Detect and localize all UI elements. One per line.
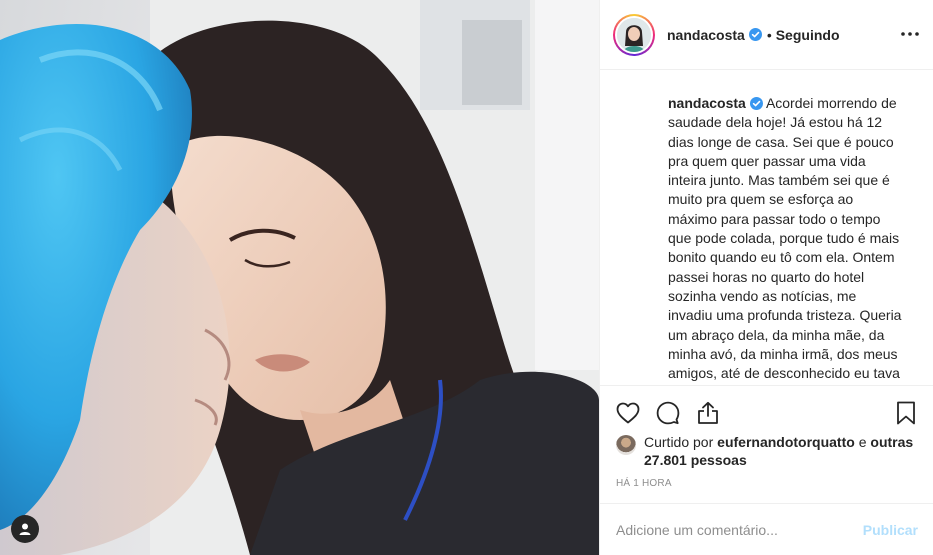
- profile-photo-icon: [617, 17, 651, 52]
- photo-image: [0, 0, 599, 555]
- verified-badge-icon: [749, 96, 763, 110]
- post-header: nandacosta • Seguindo: [600, 0, 933, 70]
- author-username[interactable]: nandacosta: [667, 27, 745, 43]
- post-actions: Curtido por eufernandotorquatto e outras…: [600, 385, 933, 503]
- instagram-post: nandacosta • Seguindo nandacosta Acordei…: [0, 0, 933, 555]
- post-side-panel: nandacosta • Seguindo nandacosta Acordei…: [599, 0, 933, 555]
- following-button[interactable]: Seguindo: [776, 27, 840, 43]
- bookmark-icon[interactable]: [892, 399, 920, 427]
- publish-button[interactable]: Publicar: [863, 522, 918, 538]
- likes-connector: e: [858, 434, 867, 450]
- likes-prefix: Curtido por: [644, 434, 714, 450]
- likes-summary: Curtido por eufernandotorquatto e outras…: [616, 433, 916, 469]
- liked-by-username[interactable]: eufernandotorquatto: [717, 434, 855, 450]
- comment-form: Publicar: [600, 503, 933, 555]
- comment-icon[interactable]: [654, 399, 682, 427]
- post-photo[interactable]: [0, 0, 599, 555]
- action-bar: [614, 399, 920, 427]
- caption-username[interactable]: nandacosta: [668, 95, 746, 111]
- avatar[interactable]: [613, 13, 655, 56]
- comment-input[interactable]: [616, 521, 863, 538]
- more-horizontal-icon[interactable]: [900, 24, 920, 44]
- heart-icon[interactable]: [614, 399, 642, 427]
- caption-text: Acordei morrendo de saudade dela hoje! J…: [668, 95, 902, 385]
- liker-avatar[interactable]: [616, 435, 636, 455]
- share-icon[interactable]: [694, 399, 722, 427]
- post-timestamp[interactable]: Há 1 hora: [616, 478, 672, 489]
- user-tag-icon[interactable]: [11, 515, 39, 543]
- comments-area[interactable]: nandacosta Acordei morrendo de saudade d…: [600, 70, 933, 385]
- verified-badge-icon: [748, 28, 762, 41]
- caption: nandacosta Acordei morrendo de saudade d…: [668, 94, 902, 385]
- separator-dot: •: [766, 26, 772, 43]
